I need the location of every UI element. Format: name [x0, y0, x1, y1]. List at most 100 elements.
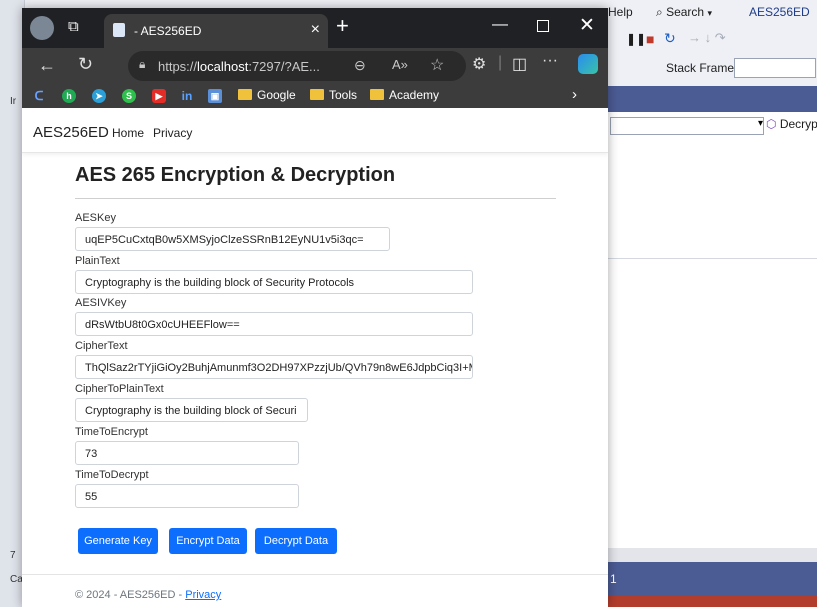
toolbar-divider: |: [498, 54, 503, 71]
vs-editor: [606, 112, 817, 562]
minimize-icon[interactable]: —: [492, 16, 508, 34]
favorites-bar: ᑕ h ➤ S ▶ in ▣ Google Tools Academy ›: [22, 84, 608, 108]
folder-icon: [238, 89, 252, 100]
address-bar-row: ← ↻ 🔒︎ https://localhost:7297/?AE... ⊖ A…: [22, 48, 608, 84]
aes-key-label: AESKey: [75, 212, 116, 224]
time-decrypt-label: TimeToDecrypt: [75, 469, 149, 481]
vs-document-well: [606, 86, 817, 112]
vs-debug-bar: [606, 596, 817, 607]
aes-key-input[interactable]: uqEP5CuCxtqB0w5XMSyjoClzeSSRnB12EyNU1v5i…: [75, 227, 390, 251]
title-divider: [75, 198, 556, 199]
nav-privacy-link[interactable]: Privacy: [153, 126, 192, 140]
favorite-site-icon[interactable]: ᑕ: [32, 89, 46, 103]
encrypt-data-button[interactable]: Encrypt Data: [169, 528, 247, 554]
lock-icon[interactable]: 🔒︎: [139, 57, 145, 72]
browser-tab[interactable]: - AES256ED ×: [104, 14, 328, 48]
aes-iv-key-input[interactable]: dRsWtbU8t0Gx0cUHEEFlow==: [75, 312, 473, 336]
vs-left-mark: 7: [10, 550, 16, 561]
close-tab-icon[interactable]: ×: [311, 21, 320, 39]
url-text: https://localhost:7297/?AE...: [158, 59, 320, 74]
more-options-icon[interactable]: ···: [542, 52, 558, 70]
url-scheme: https://: [158, 59, 198, 74]
folder-icon: [310, 89, 324, 100]
vs-left-mark: Ca: [10, 574, 23, 585]
url-path: :7297/?AE...: [248, 59, 320, 74]
whatsapp-icon[interactable]: S: [122, 89, 136, 103]
split-screen-icon[interactable]: ◫: [512, 54, 527, 74]
site-navbar: AES256ED Home Privacy: [22, 108, 608, 153]
folder-icon: [370, 89, 384, 100]
plain-text-input[interactable]: Cryptography is the building block of Se…: [75, 270, 473, 294]
vs-status-text: 1: [610, 572, 617, 586]
cipher-to-plain-input[interactable]: Cryptography is the building block of Se…: [75, 398, 308, 422]
folder-label: Academy: [389, 88, 440, 102]
favorite-site-icon[interactable]: h: [62, 89, 76, 103]
vs-menubar: Help ⌕ Search ▾ AES256ED: [606, 0, 817, 26]
favorite-site-icon[interactable]: ▣: [208, 89, 222, 103]
favorites-folder-academy[interactable]: Academy: [370, 88, 439, 102]
tab-title: - AES256ED: [134, 24, 202, 38]
vs-search-menu[interactable]: ⌕ Search ▾: [656, 5, 712, 20]
folder-label: Google: [257, 88, 296, 102]
cube-icon: ⬡: [766, 117, 777, 131]
generate-key-button[interactable]: Generate Key: [78, 528, 158, 554]
chevron-down-icon: ▾: [757, 118, 763, 129]
plain-text-label: PlainText: [75, 255, 120, 267]
page-title: AES 265 Encryption & Decryption: [75, 164, 396, 186]
edge-browser-window: ⧉ - AES256ED × + — ✕ ← ↻ 🔒︎ https://loca…: [22, 8, 608, 607]
copilot-icon[interactable]: [578, 54, 598, 74]
workspaces-icon[interactable]: ⧉: [68, 18, 79, 35]
close-window-icon[interactable]: ✕: [579, 14, 595, 37]
time-encrypt-input[interactable]: 73: [75, 441, 299, 465]
chevron-right-icon[interactable]: ›: [572, 86, 577, 103]
vs-left-mark: Ir: [10, 96, 17, 107]
profile-avatar[interactable]: [30, 16, 54, 40]
restart-icon[interactable]: ↻: [664, 30, 676, 47]
refresh-icon[interactable]: ↻: [78, 54, 93, 75]
time-encrypt-label: TimeToEncrypt: [75, 426, 148, 438]
cipher-text-input[interactable]: ThQlSaz2rTYjiGiOy2BuhjAmunmf3O2DH97XPzzj…: [75, 355, 473, 379]
site-brand[interactable]: AES256ED: [33, 124, 109, 141]
site-footer: © 2024 - AES256ED - Privacy: [75, 589, 221, 601]
footer-divider: [22, 574, 608, 575]
decrypt-data-button[interactable]: Decrypt Data: [255, 528, 337, 554]
back-arrow-icon[interactable]: ←: [38, 55, 56, 76]
vs-project-name: AES256ED: [749, 5, 810, 19]
time-decrypt-input[interactable]: 55: [75, 484, 299, 508]
cipher-to-plain-label: CipherToPlainText: [75, 383, 164, 395]
search-icon: ⌕: [656, 5, 663, 19]
nav-home-link[interactable]: Home: [112, 126, 144, 140]
read-aloud-icon[interactable]: A»: [392, 57, 408, 72]
linkedin-icon[interactable]: in: [180, 89, 194, 103]
stop-icon[interactable]: ■: [646, 31, 654, 47]
extensions-icon[interactable]: ⚙: [472, 54, 486, 74]
pause-icon[interactable]: ❚❚: [626, 32, 646, 46]
youtube-icon[interactable]: ▶: [152, 89, 166, 103]
vs-member-label: ⬡ Decryp: [766, 117, 817, 131]
folder-label: Tools: [329, 88, 358, 102]
vs-search-label: Search: [666, 5, 705, 19]
new-tab-icon[interactable]: +: [336, 15, 349, 37]
maximize-icon[interactable]: [537, 20, 549, 32]
vs-menu-help[interactable]: Help: [608, 5, 633, 19]
footer-privacy-link[interactable]: Privacy: [185, 589, 221, 601]
favorites-folder-tools[interactable]: Tools: [310, 88, 357, 102]
chevron-down-icon: ▾: [707, 8, 712, 18]
step-icons: → ↓ ↷: [688, 30, 726, 45]
vs-separator: [606, 258, 817, 259]
url-host: localhost: [197, 59, 249, 74]
aes-iv-key-label: AESIVKey: [75, 297, 127, 309]
footer-text: © 2024 - AES256ED -: [75, 589, 186, 601]
web-page: AES256ED Home Privacy AES 265 Encryption…: [22, 108, 608, 607]
url-input[interactable]: 🔒︎ https://localhost:7297/?AE... ⊖ A» ☆: [128, 51, 466, 81]
stack-frame-dropdown[interactable]: [734, 58, 816, 78]
favorite-star-icon[interactable]: ☆: [430, 55, 444, 75]
telegram-icon[interactable]: ➤: [92, 89, 106, 103]
zoom-icon[interactable]: ⊖: [354, 57, 366, 74]
favorites-folder-google[interactable]: Google: [238, 88, 296, 102]
cipher-text-label: CipherText: [75, 340, 128, 352]
vs-scrollbar[interactable]: [606, 548, 817, 562]
vs-member-text: Decryp: [779, 117, 817, 131]
vs-toolbar: ❚❚ ■ ↻ → ↓ ↷ Stack Frame:: [606, 26, 817, 84]
vs-member-dropdown[interactable]: ▾: [610, 117, 764, 135]
